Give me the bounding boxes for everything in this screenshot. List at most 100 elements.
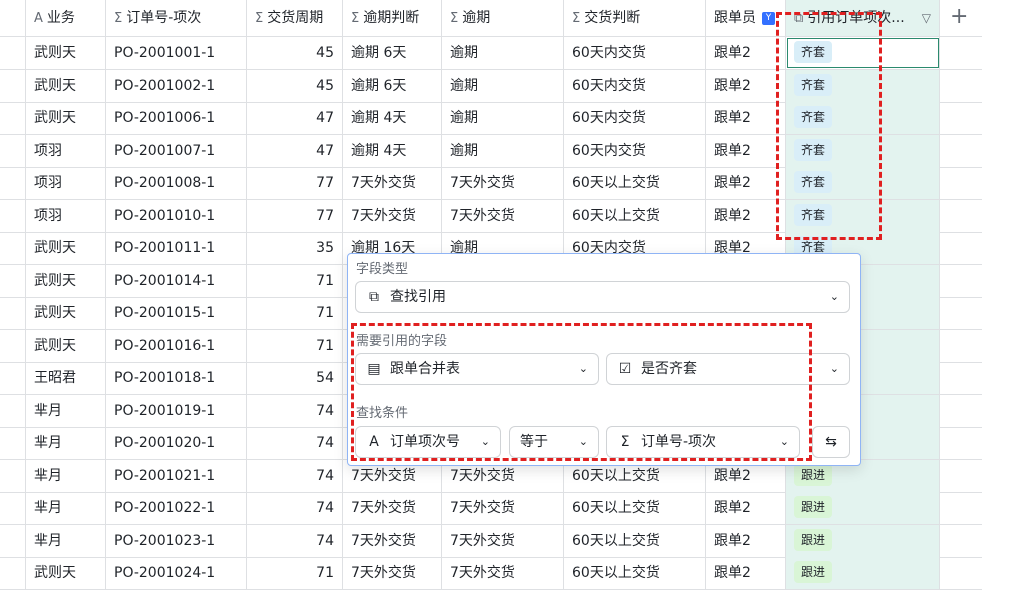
cell-follower[interactable]: 跟单2 — [706, 102, 786, 134]
swap-button[interactable]: ⇆ — [812, 426, 850, 458]
cell-cycle[interactable]: 71 — [247, 297, 343, 329]
cell-overdue[interactable]: 7天外交货 — [442, 167, 564, 199]
row-handle[interactable] — [0, 69, 26, 102]
table-row[interactable]: 项羽 PO-2001008-1 77 7天外交货 7天外交货 60天以上交货 跟单2 齐套 — [0, 167, 982, 200]
cell-order[interactable]: PO-2001002-1 — [106, 69, 247, 102]
cell-delivery-judge[interactable]: 60天以上交货 — [564, 524, 706, 557]
cell-order[interactable]: PO-2001023-1 — [106, 524, 247, 557]
table-row[interactable]: 芈月 PO-2001022-1 74 7天外交货 7天外交货 60天以上交货 跟单2 跟进 — [0, 492, 982, 525]
cell-overdue-judge[interactable]: 7天外交货 — [343, 492, 442, 524]
cell-order[interactable]: PO-2001021-1 — [106, 459, 247, 492]
cell-biz[interactable]: 项羽 — [26, 167, 106, 199]
cell-biz[interactable]: 芈月 — [26, 427, 106, 459]
cell-ref[interactable]: 齐套 — [786, 199, 940, 232]
cell-cycle[interactable]: 54 — [247, 362, 343, 394]
table-row[interactable]: 项羽 PO-2001007-1 47 逾期 4天 逾期 60天内交货 跟单2 齐套 — [0, 134, 982, 168]
cell-biz[interactable]: 芈月 — [26, 524, 106, 557]
cell-overdue[interactable]: 逾期 — [442, 102, 564, 134]
cell-overdue[interactable]: 逾期 — [442, 69, 564, 102]
cell-delivery-judge[interactable]: 60天内交货 — [564, 102, 706, 134]
cell-overdue-judge[interactable]: 7天外交货 — [343, 524, 442, 557]
cell-order[interactable]: PO-2001022-1 — [106, 492, 247, 524]
cell-biz[interactable]: 芈月 — [26, 394, 106, 427]
condition-operator-select[interactable]: 等于 ⌄ — [509, 426, 599, 458]
row-handle[interactable] — [0, 329, 26, 362]
cell-delivery-judge[interactable]: 60天以上交货 — [564, 167, 706, 199]
table-row[interactable]: 项羽 PO-2001010-1 77 7天外交货 7天外交货 60天以上交货 跟单2 齐套 — [0, 199, 982, 233]
row-handle[interactable] — [0, 134, 26, 167]
cell-order[interactable]: PO-2001010-1 — [106, 199, 247, 232]
table-row[interactable]: 武则天 PO-2001006-1 47 逾期 4天 逾期 60天内交货 跟单2 齐套 — [0, 102, 982, 135]
cell-biz[interactable]: 项羽 — [26, 199, 106, 232]
cell-order[interactable]: PO-2001016-1 — [106, 329, 247, 362]
row-handle[interactable] — [0, 37, 26, 69]
cell-follower[interactable]: 跟单2 — [706, 167, 786, 199]
cell-delivery-judge[interactable]: 60天以上交货 — [564, 557, 706, 589]
row-handle[interactable] — [0, 167, 26, 199]
cell-biz[interactable]: 芈月 — [26, 459, 106, 492]
cell-cycle[interactable]: 45 — [247, 37, 343, 69]
header-overdue-judge[interactable]: Σ 逾期判断 — [343, 0, 442, 36]
header-overdue[interactable]: Σ 逾期 — [442, 0, 564, 36]
cell-delivery-judge[interactable]: 60天内交货 — [564, 69, 706, 102]
header-follower[interactable]: 跟单员 Y — [706, 0, 786, 36]
cell-overdue[interactable]: 7天外交货 — [442, 199, 564, 232]
cell-overdue-judge[interactable]: 逾期 6天 — [343, 37, 442, 69]
row-handle[interactable] — [0, 297, 26, 329]
cell-delivery-judge[interactable]: 60天内交货 — [564, 37, 706, 69]
header-delivery-judge[interactable]: Σ 交货判断 — [564, 0, 706, 36]
cell-order[interactable]: PO-2001024-1 — [106, 557, 247, 589]
cell-order[interactable]: PO-2001018-1 — [106, 362, 247, 394]
cell-overdue[interactable]: 逾期 — [442, 134, 564, 167]
cell-overdue[interactable]: 7天外交货 — [442, 524, 564, 557]
ref-table-select[interactable]: ▤ 跟单合并表 ⌄ — [355, 353, 599, 385]
cell-cycle[interactable]: 74 — [247, 524, 343, 557]
cell-cycle[interactable]: 77 — [247, 199, 343, 232]
cell-biz[interactable]: 武则天 — [26, 264, 106, 297]
cell-biz[interactable]: 项羽 — [26, 134, 106, 167]
row-handle[interactable] — [0, 524, 26, 557]
header-biz[interactable]: A 业务 — [26, 0, 106, 36]
filter-icon[interactable]: ▽ — [922, 0, 931, 36]
cell-cycle[interactable]: 45 — [247, 69, 343, 102]
table-row[interactable]: 武则天 PO-2001002-1 45 逾期 6天 逾期 60天内交货 跟单2 齐套 — [0, 69, 982, 103]
cell-order[interactable]: PO-2001011-1 — [106, 232, 247, 264]
header-cycle[interactable]: Σ 交货周期 — [247, 0, 343, 36]
row-handle[interactable] — [0, 362, 26, 394]
row-handle[interactable] — [0, 232, 26, 264]
cell-follower[interactable]: 跟单2 — [706, 37, 786, 69]
cell-overdue-judge[interactable]: 逾期 4天 — [343, 134, 442, 167]
cell-order[interactable]: PO-2001014-1 — [106, 264, 247, 297]
cell-order[interactable]: PO-2001006-1 — [106, 102, 247, 134]
cell-order[interactable]: PO-2001007-1 — [106, 134, 247, 167]
cell-overdue-judge[interactable]: 7天外交货 — [343, 167, 442, 199]
cell-order[interactable]: PO-2001019-1 — [106, 394, 247, 427]
cell-cycle[interactable]: 47 — [247, 134, 343, 167]
cell-cycle[interactable]: 47 — [247, 102, 343, 134]
ref-field-select[interactable]: ☑ 是否齐套 ⌄ — [606, 353, 850, 385]
cell-biz[interactable]: 武则天 — [26, 297, 106, 329]
cell-follower[interactable]: 跟单2 — [706, 199, 786, 232]
condition-value-select[interactable]: Σ 订单号-项次 ⌄ — [606, 426, 800, 458]
cell-overdue-judge[interactable]: 逾期 6天 — [343, 69, 442, 102]
cell-delivery-judge[interactable]: 60天以上交货 — [564, 199, 706, 232]
cell-ref[interactable]: 齐套 — [786, 134, 940, 167]
cell-follower[interactable]: 跟单2 — [706, 69, 786, 102]
row-handle[interactable] — [0, 264, 26, 297]
cell-overdue[interactable]: 7天外交货 — [442, 557, 564, 589]
row-handle[interactable] — [0, 199, 26, 232]
row-handle[interactable] — [0, 102, 26, 134]
cell-cycle[interactable]: 77 — [247, 167, 343, 199]
cell-order[interactable]: PO-2001008-1 — [106, 167, 247, 199]
row-handle[interactable] — [0, 492, 26, 524]
cell-biz[interactable]: 武则天 — [26, 232, 106, 264]
add-column-button[interactable]: + — [950, 4, 968, 29]
cell-follower[interactable]: 跟单2 — [706, 492, 786, 524]
cell-ref[interactable]: 跟进 — [786, 524, 940, 557]
cell-overdue[interactable]: 7天外交货 — [442, 492, 564, 524]
cell-overdue-judge[interactable]: 7天外交货 — [343, 557, 442, 589]
cell-follower[interactable]: 跟单2 — [706, 524, 786, 557]
field-type-select[interactable]: ⧉ 查找引用 ⌄ — [355, 281, 850, 313]
cell-ref[interactable]: 跟进 — [786, 492, 940, 524]
header-ref[interactable]: ⧉ 引用订单项次... ▽ — [786, 0, 940, 36]
